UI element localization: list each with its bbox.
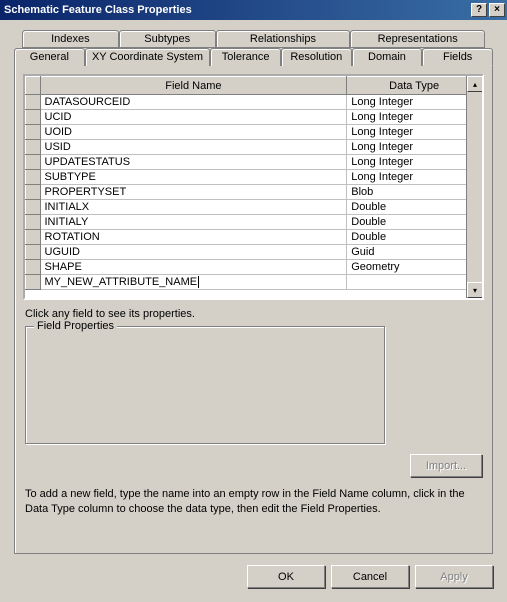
table-row[interactable]: INITIALYDouble (26, 215, 482, 230)
table-row[interactable]: PROPERTYSETBlob (26, 185, 482, 200)
row-header[interactable] (26, 200, 41, 215)
tab-label: Indexes (51, 33, 90, 45)
titlebar: Schematic Feature Class Properties ? × (0, 0, 507, 20)
tab-tolerance[interactable]: Tolerance (210, 48, 281, 66)
apply-button[interactable]: Apply (415, 565, 493, 588)
table-row[interactable]: UPDATESTATUSLong Integer (26, 155, 482, 170)
row-header[interactable] (26, 185, 41, 200)
tab-label: Resolution (290, 51, 342, 63)
table-row[interactable]: UGUIDGuid (26, 245, 482, 260)
table-row[interactable]: INITIALXDouble (26, 200, 482, 215)
cancel-button[interactable]: Cancel (331, 565, 409, 588)
cell-datatype[interactable]: Long Integer (347, 95, 482, 110)
groupbox-legend: Field Properties (34, 320, 117, 332)
table-row[interactable]: SHAPEGeometry (26, 260, 482, 275)
fields-grid[interactable]: Field Name Data Type DATASOURCEIDLong In… (23, 74, 484, 300)
cell-fieldname[interactable]: USID (40, 140, 347, 155)
table-row[interactable]: DATASOURCEIDLong Integer (26, 95, 482, 110)
field-properties-group: Field Properties (25, 326, 385, 444)
cell-datatype[interactable]: Double (347, 215, 482, 230)
column-header-datatype[interactable]: Data Type (347, 77, 482, 95)
vertical-scrollbar[interactable]: ▴ ▾ (466, 76, 482, 298)
scroll-down-icon[interactable]: ▾ (467, 282, 483, 298)
tab-label: XY Coordinate System (92, 51, 203, 63)
cell-datatype[interactable]: Guid (347, 245, 482, 260)
cell-fieldname[interactable]: SHAPE (40, 260, 347, 275)
cell-fieldname[interactable]: PROPERTYSET (40, 185, 347, 200)
cell-fieldname-editing[interactable]: MY_NEW_ATTRIBUTE_NAME (40, 275, 347, 290)
cell-datatype[interactable]: Geometry (347, 260, 482, 275)
tab-label: Fields (443, 51, 472, 63)
tab-subtypes[interactable]: Subtypes (119, 30, 216, 48)
grid-corner (26, 77, 41, 95)
ok-button[interactable]: OK (247, 565, 325, 588)
tabrow-upper: Indexes Subtypes Relationships Represent… (22, 30, 485, 48)
tab-label: General (30, 51, 69, 63)
cell-fieldname[interactable]: DATASOURCEID (40, 95, 347, 110)
close-icon[interactable]: × (489, 3, 505, 17)
cell-datatype[interactable]: Double (347, 230, 482, 245)
table-row[interactable]: ROTATIONDouble (26, 230, 482, 245)
dialog-buttons: OK Cancel Apply (247, 565, 493, 588)
tabstrip: Indexes Subtypes Relationships Represent… (14, 30, 493, 66)
tab-fields[interactable]: Fields (422, 48, 493, 66)
cell-datatype[interactable]: Long Integer (347, 140, 482, 155)
cell-fieldname[interactable]: ROTATION (40, 230, 347, 245)
row-header[interactable] (26, 275, 41, 290)
tab-xy-coordinate-system[interactable]: XY Coordinate System (85, 48, 211, 66)
scroll-up-icon[interactable]: ▴ (467, 76, 483, 92)
row-header[interactable] (26, 140, 41, 155)
tabrow-lower: General XY Coordinate System Tolerance R… (14, 48, 493, 66)
cell-fieldname[interactable]: UGUID (40, 245, 347, 260)
table-row[interactable]: UCIDLong Integer (26, 110, 482, 125)
tab-resolution[interactable]: Resolution (281, 48, 352, 66)
tab-label: Tolerance (222, 51, 270, 63)
table-row[interactable]: SUBTYPELong Integer (26, 170, 482, 185)
cell-datatype[interactable]: Double (347, 200, 482, 215)
cell-datatype[interactable]: Long Integer (347, 155, 482, 170)
cell-datatype[interactable] (347, 275, 482, 290)
tab-general[interactable]: General (14, 48, 85, 66)
dialog-body: Indexes Subtypes Relationships Represent… (0, 20, 507, 602)
cell-fieldname[interactable]: UOID (40, 125, 347, 140)
cell-fieldname[interactable]: INITIALY (40, 215, 347, 230)
tabpanel-fields: Field Name Data Type DATASOURCEIDLong In… (14, 66, 493, 554)
cell-datatype[interactable]: Long Integer (347, 170, 482, 185)
tab-label: Representations (378, 33, 458, 45)
row-header[interactable] (26, 215, 41, 230)
tab-domain[interactable]: Domain (352, 48, 423, 66)
row-header[interactable] (26, 125, 41, 140)
cell-fieldname[interactable]: UCID (40, 110, 347, 125)
row-header[interactable] (26, 95, 41, 110)
cell-datatype[interactable]: Long Integer (347, 125, 482, 140)
table-row[interactable]: UOIDLong Integer (26, 125, 482, 140)
tab-representations[interactable]: Representations (350, 30, 485, 48)
tab-label: Subtypes (144, 33, 190, 45)
window-title: Schematic Feature Class Properties (4, 4, 469, 16)
row-header[interactable] (26, 260, 41, 275)
row-header[interactable] (26, 245, 41, 260)
row-header[interactable] (26, 170, 41, 185)
help-icon[interactable]: ? (471, 3, 487, 17)
table-row[interactable]: USIDLong Integer (26, 140, 482, 155)
table-row-editing[interactable]: MY_NEW_ATTRIBUTE_NAME (26, 275, 482, 290)
help-text: To add a new field, type the name into a… (25, 487, 482, 517)
tab-label: Relationships (250, 33, 316, 45)
tab-indexes[interactable]: Indexes (22, 30, 119, 48)
row-header[interactable] (26, 110, 41, 125)
cell-fieldname[interactable]: UPDATESTATUS (40, 155, 347, 170)
column-header-fieldname[interactable]: Field Name (40, 77, 347, 95)
tab-relationships[interactable]: Relationships (216, 30, 351, 48)
row-header[interactable] (26, 155, 41, 170)
hint-text: Click any field to see its properties. (25, 308, 482, 320)
import-button[interactable]: Import... (410, 454, 482, 477)
cell-fieldname[interactable]: SUBTYPE (40, 170, 347, 185)
cell-datatype[interactable]: Long Integer (347, 110, 482, 125)
tab-label: Domain (368, 51, 406, 63)
cell-fieldname[interactable]: INITIALX (40, 200, 347, 215)
cell-datatype[interactable]: Blob (347, 185, 482, 200)
row-header[interactable] (26, 230, 41, 245)
